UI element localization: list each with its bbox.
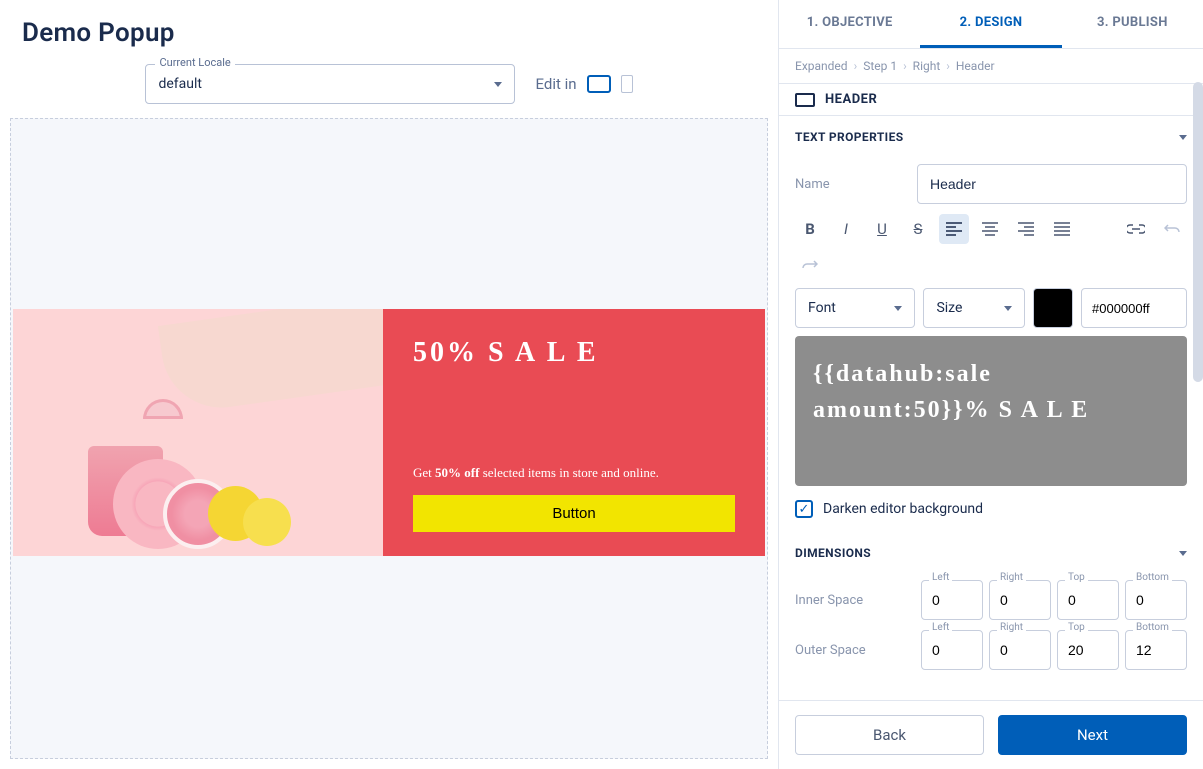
editor-tabs: 1. OBJECTIVE 2. DESIGN 3. PUBLISH <box>779 0 1203 49</box>
color-swatch[interactable] <box>1033 288 1073 328</box>
darken-label: Darken editor background <box>823 501 983 517</box>
header-section-label: HEADER <box>825 92 877 107</box>
crumb-header[interactable]: Header <box>956 59 995 73</box>
crumb-step1[interactable]: Step 1 <box>863 59 897 73</box>
align-right-button[interactable] <box>1011 214 1041 244</box>
font-select[interactable]: Font <box>795 288 915 328</box>
crumb-expanded[interactable]: Expanded <box>795 59 848 73</box>
popup-preview[interactable]: ✕ 50% S A L E Get 50% off selected items… <box>13 309 765 556</box>
breadcrumb: Expanded› Step 1› Right› Header <box>779 49 1203 83</box>
preview-canvas[interactable]: ✕ 50% S A L E Get 50% off selected items… <box>10 118 768 759</box>
outer-bottom-field[interactable] <box>1125 630 1187 670</box>
scrollbar[interactable] <box>1193 82 1203 382</box>
locale-value: default <box>158 76 202 92</box>
desktop-icon[interactable] <box>587 75 611 93</box>
size-select[interactable]: Size <box>923 288 1025 328</box>
name-field[interactable] <box>917 164 1187 204</box>
strike-button[interactable]: S <box>903 214 933 244</box>
text-properties-accordion[interactable]: TEXT PROPERTIES <box>795 116 1187 154</box>
link-button[interactable] <box>1121 214 1151 244</box>
name-label: Name <box>795 177 903 192</box>
back-button[interactable]: Back <box>795 715 984 755</box>
text-editor[interactable]: {{datahub:sale amount:50}}% S A L E <box>795 336 1187 486</box>
dimensions-accordion[interactable]: DIMENSIONS <box>795 532 1187 570</box>
popup-button[interactable]: Button <box>413 495 735 532</box>
undo-button[interactable] <box>1157 214 1187 244</box>
page-title: Demo Popup <box>22 18 756 48</box>
inner-space-label: Inner Space <box>795 593 915 608</box>
color-hex-field[interactable] <box>1081 288 1187 328</box>
tab-publish[interactable]: 3. PUBLISH <box>1062 0 1203 48</box>
locale-label: Current Locale <box>155 56 234 69</box>
chevron-down-icon <box>1004 306 1012 311</box>
italic-button[interactable]: I <box>831 214 861 244</box>
align-left-button[interactable] <box>939 214 969 244</box>
outer-left-field[interactable] <box>921 630 983 670</box>
chevron-down-icon <box>1179 551 1187 556</box>
inner-left-field[interactable] <box>921 580 983 620</box>
inner-top-field[interactable] <box>1057 580 1119 620</box>
inner-bottom-field[interactable] <box>1125 580 1187 620</box>
locale-select[interactable]: Current Locale default <box>145 64 515 104</box>
header-block-icon <box>795 93 815 107</box>
chevron-down-icon <box>1179 135 1187 140</box>
underline-button[interactable]: U <box>867 214 897 244</box>
popup-header-text[interactable]: 50% S A L E <box>413 337 735 369</box>
inner-right-field[interactable] <box>989 580 1051 620</box>
popup-sub-text[interactable]: Get 50% off selected items in store and … <box>413 465 735 481</box>
bold-button[interactable]: B <box>795 214 825 244</box>
outer-top-field[interactable] <box>1057 630 1119 670</box>
redo-button[interactable] <box>795 250 825 280</box>
outer-space-label: Outer Space <box>795 643 915 658</box>
chevron-down-icon <box>894 306 902 311</box>
darken-checkbox[interactable]: ✓ <box>795 500 813 518</box>
popup-image <box>13 309 383 556</box>
crumb-right[interactable]: Right <box>913 59 941 73</box>
align-center-button[interactable] <box>975 214 1005 244</box>
mobile-icon[interactable] <box>621 75 633 93</box>
outer-right-field[interactable] <box>989 630 1051 670</box>
next-button[interactable]: Next <box>998 715 1187 755</box>
edit-in-label: Edit in <box>535 75 576 93</box>
tab-objective[interactable]: 1. OBJECTIVE <box>779 0 920 48</box>
align-justify-button[interactable] <box>1047 214 1077 244</box>
chevron-down-icon <box>494 82 502 87</box>
tab-design[interactable]: 2. DESIGN <box>920 0 1061 48</box>
